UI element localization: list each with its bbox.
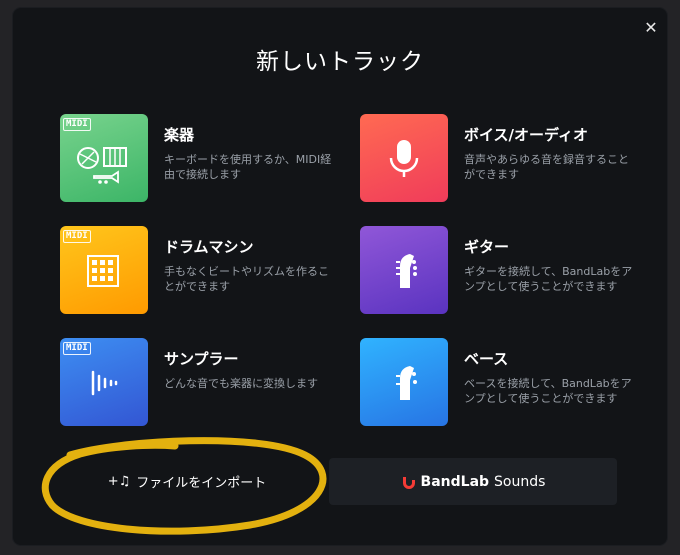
dialog-title: 新しいトラック (256, 49, 424, 75)
tile-label: ベース (464, 350, 509, 368)
waveform-icon (91, 370, 118, 396)
import-label: ファイルをインポート (136, 476, 267, 491)
tile-bass[interactable]: ベース ベースを接続して、BandLabをアンプとして使うことができます (360, 338, 650, 430)
bandlab-logo-icon (402, 476, 415, 489)
tile-description: どんな音でも楽器に変換します (164, 377, 318, 390)
bass-headstock-icon (396, 366, 417, 400)
bottom-actions: +♫ ファイルをインポート BandLab Sounds (47, 458, 617, 505)
bandlab-sounds-button[interactable]: BandLab Sounds (329, 458, 617, 505)
tile-guitar[interactable]: ギター ギターを接続して、BandLabをアンプとして使うことができます (360, 226, 650, 318)
sounds-text: Sounds (494, 473, 546, 490)
tile-icon-box: MIDI (60, 226, 148, 314)
tile-label: ボイス/オーディオ (464, 126, 588, 144)
instruments-icon (77, 147, 127, 184)
tile-label: ドラムマシン (164, 238, 254, 256)
bandlab-brand-text: BandLab (420, 473, 490, 490)
tile-voice-audio[interactable]: ボイス/オーディオ 音声やあらゆる音を録音することができます (360, 114, 650, 206)
tile-description: ギターを接続して、BandLabをアンプとして使うことができます (464, 265, 633, 293)
tile-description: キーボードを使用するか、MIDI経由で接続します (164, 153, 332, 181)
tile-icon-box (360, 114, 448, 202)
tile-sampler[interactable]: MIDI サンプラー どんな音でも楽器に変換します (60, 338, 350, 430)
tile-instrument[interactable]: MIDI 楽器 キーボードを使用するか、MIDI経由で接続します (60, 114, 350, 206)
tile-description: ベースを接続して、BandLabをアンプとして使うことができます (464, 377, 632, 405)
import-music-icon: +♫ (107, 474, 131, 489)
tile-label: ギター (464, 238, 510, 256)
tile-icon-box: MIDI (60, 114, 148, 202)
close-button[interactable]: ✕ (641, 18, 661, 38)
microphone-icon (389, 140, 419, 177)
tile-icon-box: MIDI (60, 338, 148, 426)
tile-description: 手もなくビートやリズムを作ることができます (164, 265, 329, 293)
tile-icon-box (360, 338, 448, 426)
tile-drum-machine[interactable]: MIDI ドラムマシン 手もなくビートやリズムを作ることができます (60, 226, 350, 318)
drum-pad-icon (87, 255, 119, 287)
tile-label: 楽器 (164, 126, 195, 144)
tile-icon-box (360, 226, 448, 314)
guitar-headstock-icon (396, 254, 417, 288)
tile-label: サンプラー (164, 350, 239, 368)
import-file-button[interactable]: +♫ ファイルをインポート (47, 458, 327, 505)
tile-description: 音声やあらゆる音を録音することができます (464, 153, 629, 181)
